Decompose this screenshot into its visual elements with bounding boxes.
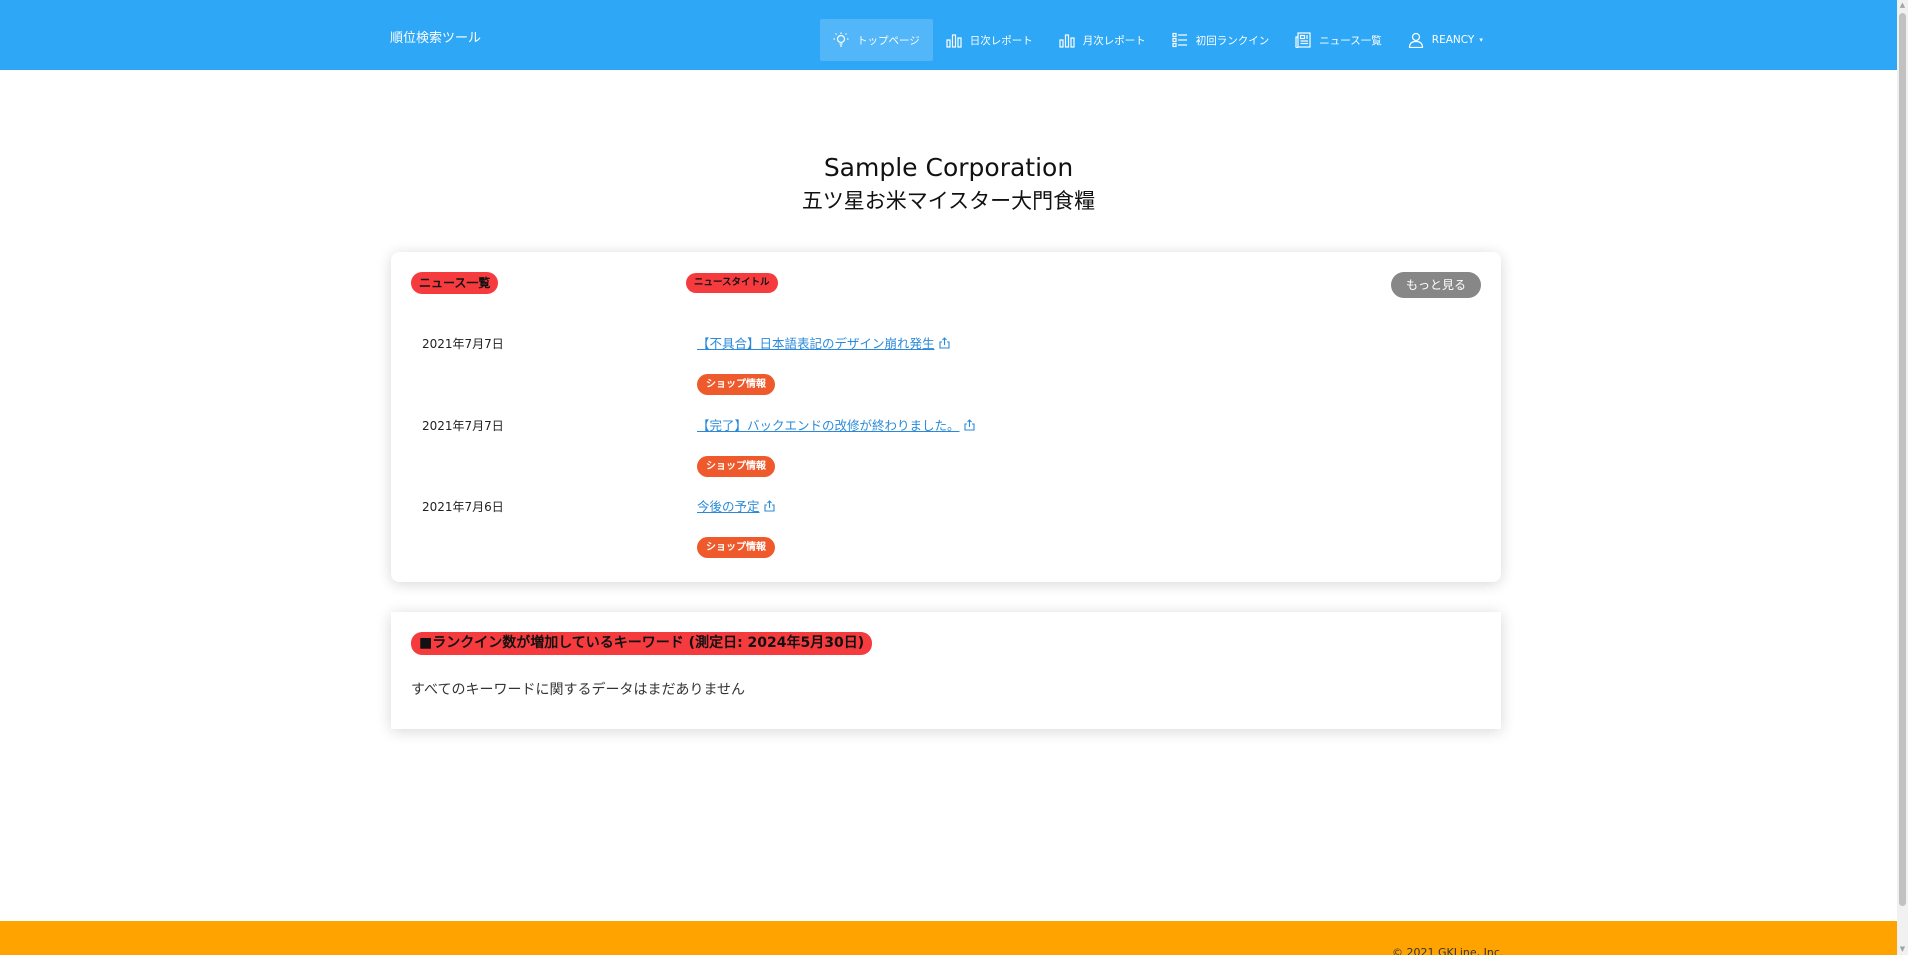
news-title-text: 【完了】バックエンドの改修が終わりました。 xyxy=(697,418,960,433)
scroll-down-arrow-icon[interactable]: ▼ xyxy=(1897,944,1908,955)
nav-item-first-rank-in[interactable]: 初回ランクイン xyxy=(1159,19,1283,61)
news-date: 2021年7月7日 xyxy=(422,419,504,433)
scroll-up-arrow-icon[interactable]: ▲ xyxy=(1897,0,1908,11)
vertical-scrollbar[interactable]: ▲ ▼ xyxy=(1897,0,1908,955)
external-link-icon xyxy=(938,337,950,349)
nav-item-user-menu[interactable]: REANCY ▾ xyxy=(1395,19,1496,61)
caret-down-icon: ▾ xyxy=(1479,36,1483,44)
news-title-link[interactable]: 【不具合】日本語表記のデザイン崩れ発生 xyxy=(697,334,950,354)
nav-label-top-page: トップページ xyxy=(857,34,920,47)
news-title-label: ニュースタイトル xyxy=(686,273,778,293)
main-nav: トップページ 日次レポート 月次レポート 初回ランクイン ニュース一覧 REAN… xyxy=(820,19,1496,61)
lightbulb-icon xyxy=(833,32,849,47)
news-title-text: 【不具合】日本語表記のデザイン崩れ発生 xyxy=(697,336,935,351)
news-item: 2021年7月7日 【不具合】日本語表記のデザイン崩れ発生 ショップ情報 xyxy=(391,334,1501,395)
news-title-text: 今後の予定 xyxy=(697,499,760,514)
external-link-icon xyxy=(763,500,775,512)
news-list-label: ニュース一覧 xyxy=(411,272,499,294)
newspaper-icon xyxy=(1295,32,1311,48)
nav-label-user: REANCY xyxy=(1431,34,1475,46)
scrollbar-thumb[interactable] xyxy=(1899,13,1906,906)
more-button[interactable]: もっと見る xyxy=(1391,272,1481,298)
bar-chart-icon xyxy=(1059,34,1075,48)
nav-item-news-list[interactable]: ニュース一覧 xyxy=(1282,19,1394,61)
nav-label-news-list: ニュース一覧 xyxy=(1319,34,1382,47)
news-title-link[interactable]: 今後の予定 xyxy=(697,497,775,517)
category-badge: ショップ情報 xyxy=(697,456,775,477)
news-card: ニュース一覧 ニュースタイトル もっと見る 2021年7月7日 【不具合】日本語… xyxy=(391,252,1501,582)
shop-name: 五ツ星お米マイスター大門食糧 xyxy=(801,189,1096,213)
list-icon xyxy=(1172,32,1187,48)
keyword-empty-message: すべてのキーワードに関するデータはまだありません xyxy=(411,682,746,698)
nav-item-top-page[interactable]: トップページ xyxy=(820,19,933,61)
nav-label-first-rank-in: 初回ランクイン xyxy=(1195,34,1270,47)
nav-item-monthly-report[interactable]: 月次レポート xyxy=(1046,19,1159,61)
keyword-card: ■ランクイン数が増加しているキーワード (測定日: 2024年5月30日) すべ… xyxy=(391,612,1501,729)
top-navbar: 順位検索ツール トップページ 日次レポート 月次レポート 初回ランクイン ニュー… xyxy=(0,0,1897,70)
category-badge: ショップ情報 xyxy=(697,374,775,395)
bar-chart-icon xyxy=(946,34,962,48)
copyright-text: © 2021 GKLine, Inc. xyxy=(1392,946,1504,955)
brand-title[interactable]: 順位検索ツール xyxy=(390,29,481,49)
news-item: 2021年7月6日 今後の予定 ショップ情報 xyxy=(391,497,1501,558)
footer: © 2021 GKLine, Inc. xyxy=(0,921,1897,955)
nav-label-daily-report: 日次レポート xyxy=(969,34,1033,47)
news-date: 2021年7月7日 xyxy=(422,337,504,351)
user-icon xyxy=(1408,32,1423,48)
news-item: 2021年7月7日 【完了】バックエンドの改修が終わりました。 ショップ情報 xyxy=(391,416,1501,477)
company-name: Sample Corporation xyxy=(823,153,1074,182)
news-date: 2021年7月6日 xyxy=(422,500,504,514)
nav-label-monthly-report: 月次レポート xyxy=(1082,34,1146,47)
keyword-heading: ■ランクイン数が増加しているキーワード (測定日: 2024年5月30日) xyxy=(411,632,873,655)
nav-item-daily-report[interactable]: 日次レポート xyxy=(933,19,1046,61)
category-badge: ショップ情報 xyxy=(697,537,775,558)
external-link-icon xyxy=(963,419,975,431)
news-title-link[interactable]: 【完了】バックエンドの改修が終わりました。 xyxy=(697,416,975,436)
